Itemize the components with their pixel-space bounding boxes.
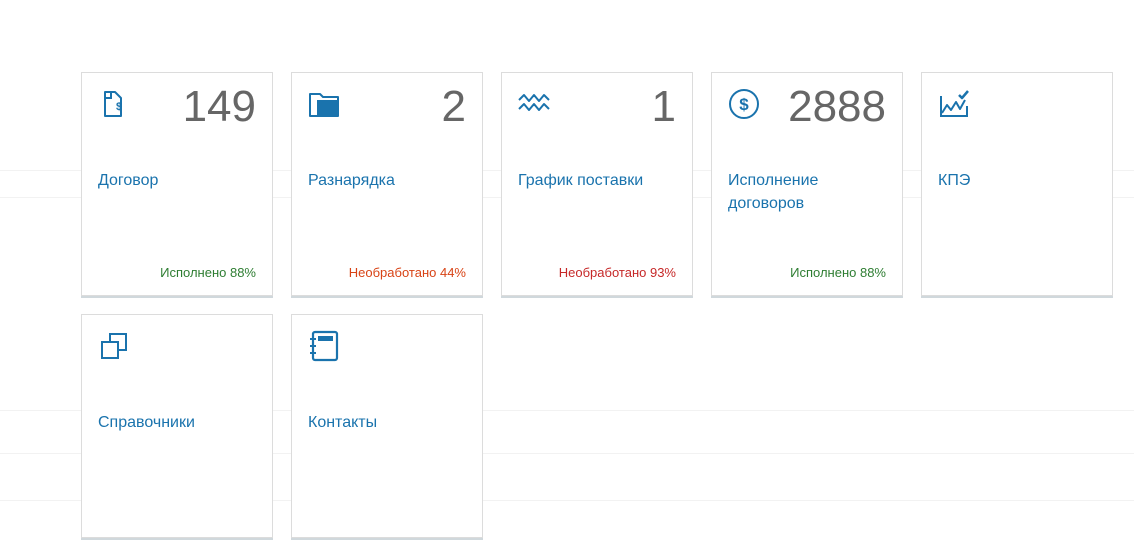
tile-title: График поставки	[518, 172, 644, 189]
svg-text:$: $	[116, 101, 122, 113]
delivery-chart-icon	[518, 88, 550, 120]
tile-status: Исполнено 88%	[790, 265, 886, 280]
tile-count: 1	[651, 82, 676, 131]
folder-icon	[308, 88, 340, 120]
tile-directories[interactable]: Справочники	[81, 314, 273, 538]
tile-count: 149	[182, 82, 256, 131]
tile-status: Необработано 93%	[558, 265, 676, 280]
tile-contract[interactable]: $ 149 Договор Исполнено 88%	[81, 72, 273, 296]
tile-title: Справочники	[98, 414, 195, 431]
directories-icon	[98, 330, 130, 362]
tile-title: Договор	[98, 172, 159, 189]
dollar-icon: $	[728, 88, 760, 120]
contract-document-icon: $	[98, 88, 130, 120]
tile-count: 2	[441, 82, 466, 131]
tile-kpi[interactable]: КПЭ	[921, 72, 1113, 296]
tile-title: Разнарядка	[308, 172, 395, 189]
address-book-icon	[308, 330, 340, 362]
tile-count: 2888	[788, 82, 886, 131]
tile-delivery-schedule[interactable]: 1 График поставки Необработано 93%	[501, 72, 693, 296]
tile-title: Исполнение договоров	[728, 172, 819, 212]
tile-contract-execution[interactable]: $ 2888 Исполнение договоров Исполнено 88…	[711, 72, 903, 296]
tile-title: КПЭ	[938, 172, 971, 189]
tile-allocation[interactable]: 2 Разнарядка Необработано 44%	[291, 72, 483, 296]
svg-text:$: $	[739, 95, 749, 114]
tile-status: Необработано 44%	[348, 265, 466, 280]
kpi-chart-icon	[938, 88, 970, 120]
tile-status: Исполнено 88%	[160, 265, 256, 280]
tile-contacts[interactable]: Контакты	[291, 314, 483, 538]
tile-title: Контакты	[308, 414, 378, 431]
launchpad: $ 149 Договор Исполнено 88% 2 Разнарядка…	[0, 0, 1134, 554]
